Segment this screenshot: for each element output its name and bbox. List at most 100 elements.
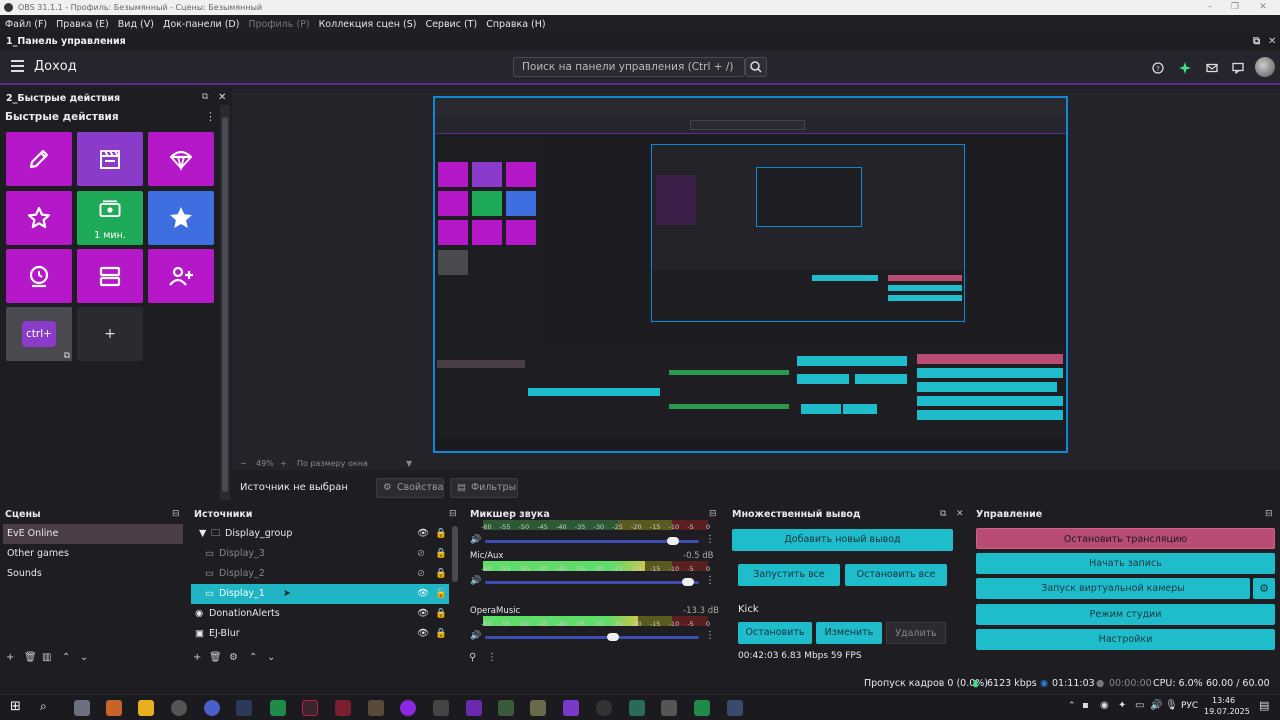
tile-layers[interactable] (77, 249, 143, 303)
volume-icon[interactable]: 🔊 (470, 576, 481, 586)
tile-add-user[interactable] (148, 249, 214, 303)
source-row[interactable]: ▼ 🗀 Display_group 👁 🔒 (191, 524, 449, 544)
app-icon[interactable] (694, 700, 710, 716)
close-icon[interactable]: ✕ (1250, 0, 1276, 15)
dock-menu-icon[interactable]: ⊟ (449, 509, 457, 519)
volume-slider[interactable] (485, 578, 699, 586)
tray-icon[interactable]: ▪ (1082, 700, 1089, 711)
menu-file[interactable]: Файл (F) (5, 19, 47, 30)
start-all-button[interactable]: Запустить все (738, 564, 840, 586)
zoom-level[interactable]: 49% (256, 459, 274, 468)
explorer-icon[interactable] (138, 700, 154, 716)
app-icon[interactable] (171, 700, 187, 716)
chat-icon[interactable] (1232, 62, 1244, 74)
menu-docks[interactable]: Док-панели (D) (163, 19, 239, 30)
lock-icon[interactable]: 🔒 (435, 624, 447, 644)
close-dock-icon[interactable]: ✕ (956, 509, 964, 519)
filters-button[interactable]: ▤ Фильтры (450, 478, 518, 498)
link-icon[interactable]: ⚲ (469, 652, 476, 663)
app-icon[interactable] (466, 700, 482, 716)
app-icon[interactable] (563, 700, 579, 716)
lock-icon[interactable]: 🔒 (435, 524, 447, 544)
eye-hidden-icon[interactable]: ⊘ (417, 544, 425, 564)
app-icon[interactable] (498, 700, 514, 716)
sparkle-icon[interactable] (1179, 62, 1191, 74)
move-down-icon[interactable]: ⌄ (80, 652, 88, 663)
source-row[interactable]: ◉ DonationAlerts 👁 🔒 (191, 604, 449, 624)
app-icon[interactable] (106, 700, 122, 716)
zoom-out-icon[interactable]: − (240, 459, 247, 468)
clock-date[interactable]: 19.07.2025 (1204, 707, 1250, 716)
maximize-icon[interactable]: ❐ (1222, 0, 1248, 15)
settings-button[interactable]: Настройки (976, 629, 1275, 650)
mail-icon[interactable] (1206, 62, 1218, 74)
volume-slider[interactable] (485, 537, 699, 545)
search-icon[interactable]: ⌕ (40, 699, 47, 714)
hamburger-menu-icon[interactable] (11, 60, 24, 72)
tile-star-filled[interactable] (148, 191, 214, 245)
eye-hidden-icon[interactable]: ⊘ (417, 564, 425, 584)
lock-icon[interactable]: 🔒 (435, 604, 447, 624)
lock-icon[interactable]: 🔒 (435, 564, 447, 584)
add-output-button[interactable]: Добавить новый вывод (732, 529, 953, 551)
menu-scene-collection[interactable]: Коллекция сцен (S) (319, 19, 417, 30)
source-properties-icon[interactable]: ⚙ (229, 652, 238, 663)
move-down-icon[interactable]: ⌄ (267, 652, 275, 663)
float-icon[interactable]: ⧉ (940, 509, 946, 519)
close-dock-icon[interactable]: ✕ (218, 92, 226, 103)
virtual-camera-settings-button[interactable]: ⚙ (1253, 578, 1275, 599)
volume-slider-handle[interactable] (607, 633, 619, 641)
tile-ctrl-shortcut[interactable]: ctrl+ ⧉ (6, 307, 72, 361)
float-icon[interactable]: ⧉ (202, 92, 208, 102)
channel-menu-icon[interactable]: ⋮ (705, 630, 715, 641)
add-source-icon[interactable]: + (193, 652, 201, 663)
tray-icon[interactable]: ◉ (1100, 700, 1109, 711)
output-edit-button[interactable]: Изменить (816, 622, 882, 644)
volume-icon[interactable]: 🔊 (470, 535, 481, 545)
taskview-icon[interactable] (74, 700, 90, 716)
move-up-icon[interactable]: ⌃ (62, 652, 70, 663)
eye-icon[interactable]: 👁 (417, 524, 429, 544)
app-icon[interactable] (335, 700, 351, 716)
opera-icon[interactable] (302, 700, 318, 716)
tile-clapperboard[interactable] (77, 132, 143, 186)
source-row[interactable]: ▭ Display_3 ⊘ 🔒 (191, 544, 449, 564)
app-icon[interactable] (400, 700, 416, 716)
tile-timer[interactable] (6, 249, 72, 303)
volume-slider-handle[interactable] (667, 537, 679, 545)
add-scene-icon[interactable]: + (6, 652, 14, 663)
source-row-selected[interactable]: ▭ Display_1 ➤ 👁 🔓 (191, 584, 449, 604)
app-icon[interactable] (204, 700, 220, 716)
more-options-icon[interactable]: ⋮ (205, 110, 216, 123)
source-row[interactable]: ▣ EJ-Blur 👁 🔒 (191, 624, 449, 644)
stop-stream-button[interactable]: Остановить трансляцию (976, 528, 1275, 549)
mic-icon[interactable]: 🎙 (1165, 700, 1178, 711)
app-icon[interactable] (270, 700, 286, 716)
expand-chevron-icon[interactable]: ▼ (199, 524, 206, 544)
avatar[interactable] (1255, 57, 1275, 77)
minimize-icon[interactable]: – (1197, 0, 1223, 15)
menu-profile[interactable]: Профиль (P) (248, 19, 309, 30)
app-icon[interactable] (629, 700, 645, 716)
scene-filters-icon[interactable]: ▥ (42, 652, 51, 663)
menu-edit[interactable]: Правка (E) (56, 19, 109, 30)
obs-taskbar-icon[interactable] (596, 700, 612, 716)
scene-item[interactable]: Other games (3, 544, 183, 564)
float-icon[interactable]: ⧉ (1253, 33, 1260, 51)
dock-menu-icon[interactable]: ⊟ (709, 509, 717, 519)
app-icon[interactable] (530, 700, 546, 716)
app-icon[interactable] (727, 700, 743, 716)
eye-icon[interactable]: 👁 (417, 624, 429, 644)
move-up-icon[interactable]: ⌃ (249, 652, 257, 663)
virtual-camera-button[interactable]: Запуск виртуальной камеры (976, 578, 1250, 599)
output-stop-button[interactable]: Остановить (738, 622, 812, 644)
tile-add-action[interactable]: + (77, 307, 143, 361)
dock-menu-icon[interactable]: ⊟ (1265, 509, 1273, 519)
language-indicator[interactable]: РУС (1181, 701, 1198, 711)
zoom-in-icon[interactable]: + (280, 459, 287, 468)
clock-time[interactable]: 13:46 (1212, 696, 1235, 705)
stop-all-button[interactable]: Остановить все (845, 564, 947, 586)
app-icon[interactable] (433, 700, 449, 716)
scene-item[interactable]: Sounds (3, 564, 183, 584)
help-icon[interactable]: ? (1152, 62, 1164, 74)
